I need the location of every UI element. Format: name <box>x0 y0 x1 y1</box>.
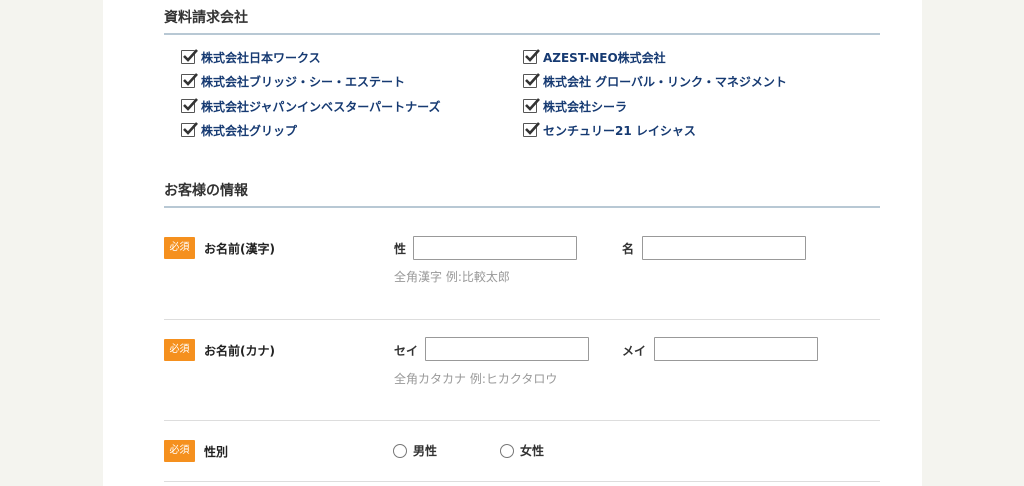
customer-section-title: お客様の情報 <box>164 180 880 208</box>
row-divider <box>164 481 880 482</box>
last-name-kanji-label: 性 <box>394 242 407 256</box>
first-name-kana-label: メイ <box>622 344 647 358</box>
company-label: センチュリー21 レイシャス <box>543 123 696 138</box>
gender-female-option[interactable]: 女性 <box>500 442 544 459</box>
company-label: 株式会社ジャパンインベスターパートナーズ <box>201 99 441 114</box>
last-name-kana-input[interactable] <box>425 337 589 361</box>
checkbox-checked-icon[interactable] <box>181 73 198 88</box>
company-item-sheila[interactable]: 株式会社シーラ <box>523 97 627 115</box>
gender-male-label: 男性 <box>413 444 438 458</box>
company-item-azest-neo[interactable]: AZEST-NEO株式会社 <box>523 48 666 66</box>
row-divider <box>164 319 880 320</box>
company-item-nihon-works[interactable]: 株式会社日本ワークス <box>181 48 321 66</box>
checkbox-checked-icon[interactable] <box>181 122 198 137</box>
required-badge: 必須 <box>164 237 195 259</box>
company-label: 株式会社グリップ <box>201 123 298 138</box>
company-label: 株式会社シーラ <box>543 99 628 114</box>
companies-section-title: 資料請求会社 <box>164 7 880 35</box>
form-panel: 資料請求会社 株式会社日本ワークス 株式会社ブリッジ・シー・エステート 株式会社… <box>103 0 922 486</box>
first-name-kanji-input[interactable] <box>642 236 806 260</box>
checkbox-checked-icon[interactable] <box>523 98 540 113</box>
gender-label: 性別 <box>204 445 229 459</box>
checkbox-checked-icon[interactable] <box>523 73 540 88</box>
gender-female-label: 女性 <box>520 444 545 458</box>
company-label: 株式会社 グローバル・リンク・マネジメント <box>543 74 787 89</box>
company-item-japan-investor-partners[interactable]: 株式会社ジャパンインベスターパートナーズ <box>181 97 441 115</box>
checkbox-checked-icon[interactable] <box>523 49 540 64</box>
company-item-grip[interactable]: 株式会社グリップ <box>181 121 297 139</box>
row-divider <box>164 420 880 421</box>
radio-icon[interactable] <box>500 443 514 458</box>
checkbox-checked-icon[interactable] <box>181 98 198 113</box>
name-kanji-label: お名前(漢字) <box>204 242 275 256</box>
radio-icon[interactable] <box>393 443 407 458</box>
required-badge: 必須 <box>164 339 195 361</box>
checkbox-checked-icon[interactable] <box>523 122 540 137</box>
required-badge: 必須 <box>164 440 195 462</box>
company-label: 株式会社日本ワークス <box>201 50 321 65</box>
company-label: AZEST-NEO株式会社 <box>543 50 666 65</box>
checkbox-checked-icon[interactable] <box>181 49 198 64</box>
last-name-kana-label: セイ <box>394 344 419 358</box>
company-label: 株式会社ブリッジ・シー・エステート <box>201 74 406 89</box>
first-name-kanji-label: 名 <box>622 242 635 256</box>
last-name-kanji-input[interactable] <box>413 236 577 260</box>
name-kanji-hint: 全角漢字 例:比較太郎 <box>394 270 510 284</box>
company-item-global-link-management[interactable]: 株式会社 グローバル・リンク・マネジメント <box>523 72 787 90</box>
company-item-century21-reishas[interactable]: センチュリー21 レイシャス <box>523 121 696 139</box>
company-item-bridge-sea-estate[interactable]: 株式会社ブリッジ・シー・エステート <box>181 72 405 90</box>
name-kana-hint: 全角カタカナ 例:ヒカクタロウ <box>394 372 558 386</box>
first-name-kana-input[interactable] <box>654 337 818 361</box>
gender-male-option[interactable]: 男性 <box>393 442 437 459</box>
name-kana-label: お名前(カナ) <box>204 344 275 358</box>
